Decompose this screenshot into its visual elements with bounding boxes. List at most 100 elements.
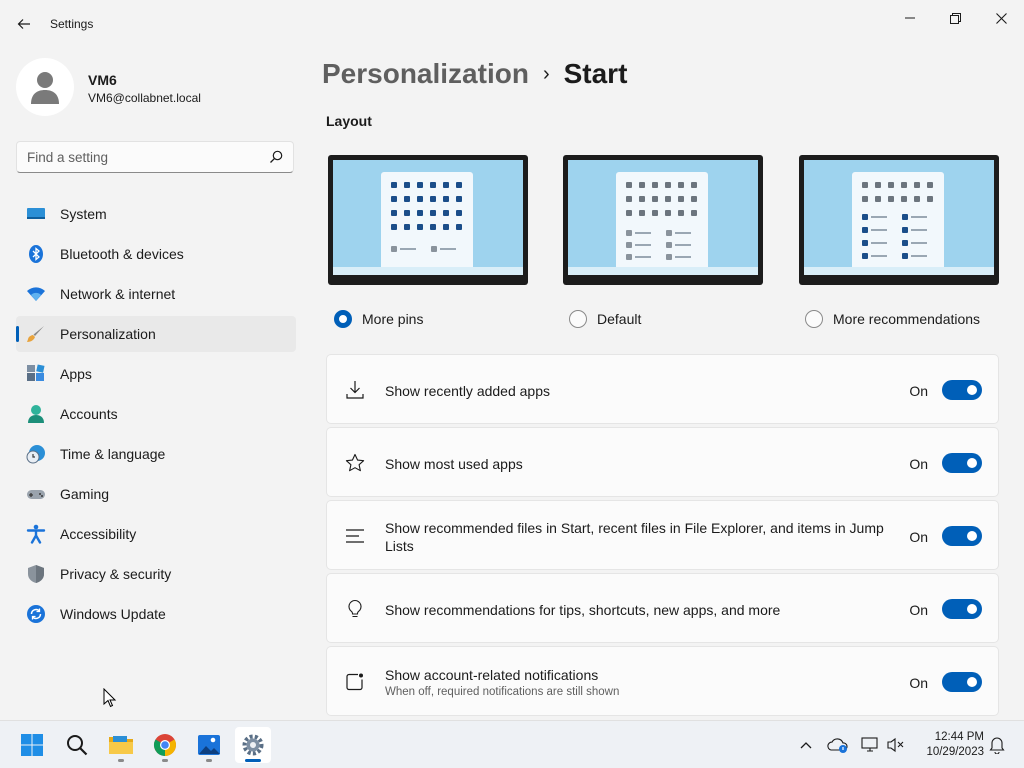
toggle-knob (967, 531, 977, 541)
preview-pin (456, 196, 462, 202)
sidebar-item-network[interactable]: Network & internet (16, 276, 296, 312)
settings-icon (242, 734, 264, 756)
preview-pin (901, 196, 907, 202)
setting-recommendations-tips: Show recommendations for tips, shortcuts… (326, 573, 999, 643)
toggle-switch[interactable] (942, 599, 982, 619)
layout-preview-default[interactable] (563, 155, 763, 285)
monitor-frame (563, 155, 763, 285)
preview-pin (430, 210, 436, 216)
preview-recommendation-line (675, 232, 691, 234)
preview-recommendation-line (675, 244, 691, 246)
sidebar-nav: System Bluetooth & devices Network & int… (16, 196, 296, 636)
toggle-switch[interactable] (942, 526, 982, 546)
layout-preview-more-recommendations[interactable] (799, 155, 999, 285)
setting-subtitle: When off, required notifications are sti… (385, 686, 620, 698)
preview-pin (888, 196, 894, 202)
sidebar-item-bluetooth[interactable]: Bluetooth & devices (16, 236, 296, 272)
search-icon[interactable] (269, 150, 283, 164)
setting-title: Show account-related notifications (385, 667, 599, 683)
preview-pin (417, 196, 423, 202)
minimize-button[interactable] (887, 4, 933, 32)
preview-pin (902, 253, 908, 259)
search-input[interactable] (27, 148, 257, 166)
preview-pin (443, 182, 449, 188)
taskbar-clock[interactable]: 12:44 PM 10/29/2023 (914, 730, 984, 760)
preview-pin (902, 214, 908, 220)
toggle-switch[interactable] (942, 672, 982, 692)
preview-pin (862, 240, 868, 246)
sidebar-item-label: Windows Update (60, 606, 166, 622)
search-box[interactable] (16, 141, 294, 173)
preview-pin (404, 196, 410, 202)
download-icon (346, 381, 364, 399)
preview-recommendation-line (400, 248, 416, 250)
sidebar-item-label: Gaming (60, 486, 110, 502)
radio-more-recommendations[interactable]: More recommendations (805, 308, 980, 330)
radio-button[interactable] (569, 310, 587, 328)
close-button[interactable] (978, 4, 1024, 32)
preview-pin (626, 196, 632, 202)
preview-recommendation-line (871, 216, 887, 218)
taskbar-settings[interactable] (235, 727, 271, 763)
preview-pin (430, 224, 436, 230)
sidebar-item-label: Apps (60, 366, 92, 382)
radio-label: More recommendations (833, 311, 981, 327)
preview-taskbar (333, 267, 523, 275)
breadcrumb-parent[interactable]: Personalization (322, 58, 529, 89)
toggle-state-label: On (909, 456, 928, 472)
sidebar-item-accessibility[interactable]: Accessibility (16, 516, 296, 552)
tray-network[interactable] (858, 731, 882, 759)
app-title: Settings (50, 17, 94, 31)
setting-recommended-files: Show recommended files in Start, recent … (326, 500, 999, 570)
preview-pin (862, 214, 868, 220)
radio-default[interactable]: Default (569, 308, 641, 330)
sidebar-item-windows-update[interactable]: Windows Update (16, 596, 296, 632)
sidebar-item-system[interactable]: System (16, 196, 296, 232)
system-icon (27, 208, 45, 219)
photos-icon (198, 735, 220, 755)
back-button[interactable] (12, 12, 36, 36)
tray-onedrive[interactable] (826, 731, 850, 759)
preview-pin (417, 210, 423, 216)
preview-pin (902, 227, 908, 233)
preview-taskbar (568, 267, 758, 275)
taskbar-chrome[interactable] (147, 727, 183, 763)
taskbar (0, 720, 1024, 768)
layout-preview-more-pins[interactable] (328, 155, 528, 285)
radio-button[interactable] (334, 310, 352, 328)
toggle-switch[interactable] (942, 453, 982, 473)
toggle-knob (967, 604, 977, 614)
sidebar-item-personalization[interactable]: Personalization (16, 316, 296, 352)
tray-volume[interactable] (884, 731, 908, 759)
sidebar-item-label: Accessibility (60, 526, 137, 542)
sidebar-item-apps[interactable]: Apps (16, 356, 296, 392)
running-indicator (118, 759, 124, 762)
taskbar-file-explorer[interactable] (103, 727, 139, 763)
preview-pin (666, 230, 672, 236)
start-button[interactable] (14, 727, 50, 763)
radio-button[interactable] (805, 310, 823, 328)
preview-recommendation-line (871, 229, 887, 231)
mouse-cursor-icon (103, 688, 117, 708)
preview-pin (639, 182, 645, 188)
bluetooth-icon (29, 245, 43, 263)
preview-recommendation-line (911, 242, 927, 244)
radio-more-pins[interactable]: More pins (334, 308, 423, 330)
restore-button[interactable] (932, 4, 978, 32)
user-profile[interactable]: VM6 VM6@collabnet.local (16, 56, 296, 118)
tray-overflow-button[interactable] (794, 731, 818, 759)
preview-pin (691, 196, 697, 202)
sidebar-item-gaming[interactable]: Gaming (16, 476, 296, 512)
user-email: VM6@collabnet.local (88, 91, 201, 105)
sidebar-item-label: Privacy & security (60, 566, 172, 582)
preview-recommendation-line (635, 244, 651, 246)
sidebar-item-accounts[interactable]: Accounts (16, 396, 296, 432)
notification-icon (346, 673, 363, 691)
taskbar-search-button[interactable] (59, 727, 95, 763)
toggle-switch[interactable] (942, 380, 982, 400)
taskbar-photos[interactable] (191, 727, 227, 763)
tray-notifications[interactable] (985, 731, 1009, 759)
sidebar-item-time-language[interactable]: Time & language (16, 436, 296, 472)
preview-pin (665, 182, 671, 188)
sidebar-item-privacy-security[interactable]: Privacy & security (16, 556, 296, 592)
